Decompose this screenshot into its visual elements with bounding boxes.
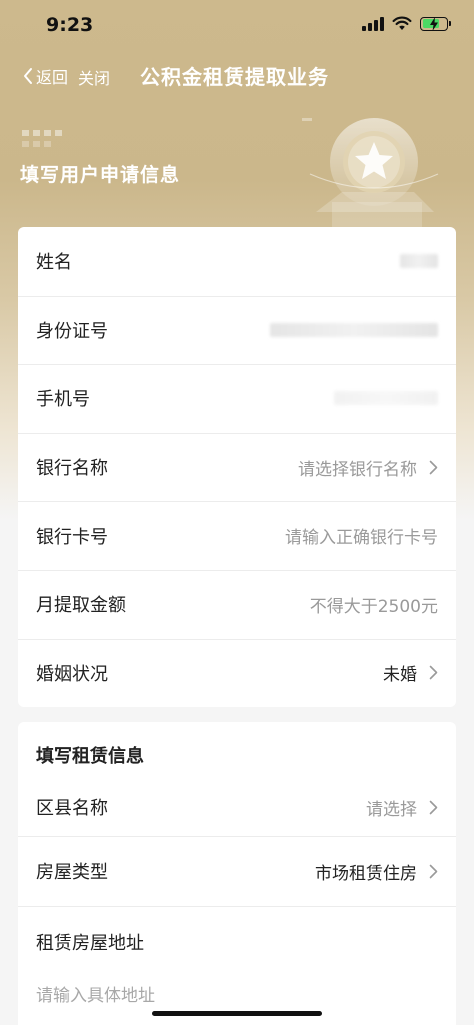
star-badge-icon (302, 118, 439, 232)
name-label: 姓名 (36, 252, 72, 274)
address-input[interactable]: 请输入具体地址 (18, 967, 456, 1006)
rental-section-title: 填写租赁信息 (36, 746, 144, 767)
house-type-select[interactable]: 市场租赁住房 (315, 859, 438, 884)
navigation-bar: 返回 关闭 公积金租赁提取业务 (0, 58, 474, 94)
phone-row[interactable]: 手机号 (18, 364, 456, 433)
name-row[interactable]: 姓名 (18, 227, 456, 296)
close-button[interactable]: 关闭 (78, 65, 110, 89)
wifi-icon (392, 16, 412, 30)
bank-name-placeholder: 请选择银行名称 (298, 459, 417, 480)
chevron-right-icon (429, 666, 438, 680)
bank-name-label: 银行名称 (36, 458, 108, 480)
status-bar: 9:23 (0, 0, 474, 48)
monthly-amount-label: 月提取金额 (36, 595, 126, 617)
status-time: 9:23 (46, 14, 94, 36)
marital-status-label: 婚姻状况 (36, 663, 108, 685)
bank-card-input[interactable]: 请输入正确银行卡号 (285, 523, 438, 548)
district-label: 区县名称 (36, 798, 108, 819)
home-indicator (152, 1011, 322, 1016)
marital-status-value: 未婚 (383, 665, 417, 686)
house-type-label: 房屋类型 (36, 862, 108, 883)
bank-card-row[interactable]: 银行卡号 请输入正确银行卡号 (18, 501, 456, 570)
id-number-row[interactable]: 身份证号 (18, 295, 456, 365)
phone-label: 手机号 (36, 389, 90, 411)
rental-info-card: 填写租赁信息 区县名称 请选择 房屋类型 市场租赁住房 租赁房屋地址 请输入具体… (18, 722, 456, 1025)
back-button[interactable]: 返回 (22, 64, 68, 88)
monthly-amount-row[interactable]: 月提取金额 不得大于2500元 (18, 569, 456, 639)
bank-name-row[interactable]: 银行名称 请选择银行名称 (18, 432, 456, 502)
chevron-right-icon (429, 460, 438, 474)
status-icons (362, 16, 451, 31)
signal-icon (362, 16, 384, 31)
bank-card-label: 银行卡号 (36, 526, 108, 548)
bank-name-select[interactable]: 请选择银行名称 (298, 455, 438, 480)
applicant-info-card: 姓名 身份证号 手机号 银行名称 请选择银行名称 银行卡号 请输入正确银行卡号 … (18, 227, 456, 707)
address-label: 租赁房屋地址 (36, 933, 144, 954)
id-number-label: 身份证号 (36, 320, 108, 342)
chevron-right-icon (429, 800, 438, 814)
marital-status-select[interactable]: 未婚 (383, 660, 438, 685)
house-type-value: 市场租赁住房 (315, 863, 417, 884)
page-title: 公积金租赁提取业务 (140, 65, 329, 89)
back-label: 返回 (36, 68, 69, 87)
monthly-amount-input[interactable]: 不得大于2500元 (310, 592, 438, 617)
district-placeholder: 请选择 (366, 799, 417, 820)
screen: 9:23 返回 关闭 公积金租赁提取业务 填写用户申请信息 姓名 身份证号 手机… (0, 0, 474, 1025)
house-type-row[interactable]: 房屋类型 市场租赁住房 (18, 836, 456, 906)
applicant-section-title: 填写用户申请信息 (20, 164, 181, 186)
battery-charging-icon (420, 16, 451, 31)
marital-status-row[interactable]: 婚姻状况 未婚 (18, 638, 456, 707)
back-chevron-icon (24, 68, 32, 84)
chevron-right-icon (429, 864, 438, 878)
district-row[interactable]: 区县名称 请选择 (18, 778, 456, 836)
district-select[interactable]: 请选择 (366, 795, 438, 820)
